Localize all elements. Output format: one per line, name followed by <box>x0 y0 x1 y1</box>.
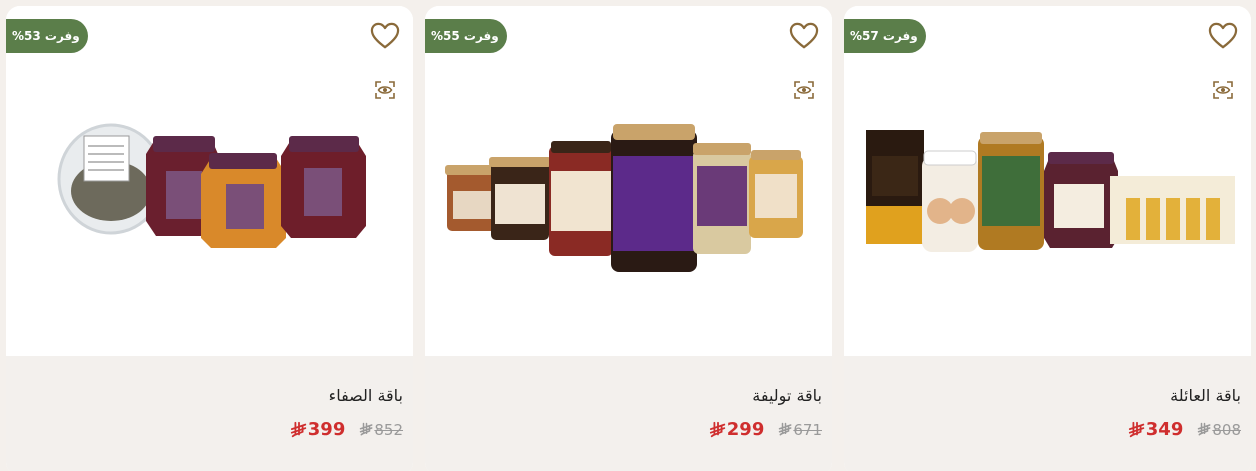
product-info: باقة توليفة 671 299 <box>425 356 832 471</box>
product-card[interactable]: وفرت 57% باقة العائلة 808 349 <box>844 6 1251 471</box>
riyal-icon <box>359 422 374 437</box>
riyal-icon <box>290 421 308 439</box>
product-info: باقة العائلة 808 349 <box>844 356 1251 471</box>
discount-badge: وفرت 57% <box>844 19 926 53</box>
eye-icon[interactable] <box>794 80 814 100</box>
original-price: 852 <box>355 421 403 439</box>
product-photo-tawleefa[interactable] <box>425 6 832 356</box>
discount-badge: وفرت 53% <box>6 19 88 53</box>
riyal-icon <box>1128 421 1146 439</box>
sale-price: 349 <box>1124 419 1183 440</box>
original-price: 808 <box>1193 421 1241 439</box>
heart-icon[interactable] <box>370 22 400 50</box>
product-image[interactable] <box>844 6 1251 356</box>
discount-badge: وفرت 55% <box>425 19 507 53</box>
product-card[interactable]: وفرت 53% باقة الصفاء 852 399 <box>6 6 413 471</box>
original-price: 671 <box>774 421 822 439</box>
product-title[interactable]: باقة توليفة <box>752 386 822 405</box>
riyal-icon <box>709 421 727 439</box>
product-card[interactable]: وفرت 55% باقة توليفة 671 299 <box>425 6 832 471</box>
product-photo-family[interactable] <box>844 6 1251 356</box>
sale-price: 399 <box>286 419 345 440</box>
riyal-icon <box>778 422 793 437</box>
heart-icon[interactable] <box>1208 22 1238 50</box>
product-image[interactable] <box>6 6 413 356</box>
sale-price: 299 <box>705 419 764 440</box>
product-info: باقة الصفاء 852 399 <box>6 356 413 471</box>
eye-icon[interactable] <box>1213 80 1233 100</box>
product-grid: وفرت 53% باقة الصفاء 852 399 وفرت 55% با… <box>0 0 1256 471</box>
price-row: 852 399 <box>286 419 403 440</box>
price-row: 671 299 <box>705 419 822 440</box>
product-title[interactable]: باقة العائلة <box>1170 386 1241 405</box>
product-title[interactable]: باقة الصفاء <box>329 386 403 405</box>
product-image[interactable] <box>425 6 832 356</box>
product-photo-safaa[interactable] <box>6 6 413 356</box>
price-row: 808 349 <box>1124 419 1241 440</box>
riyal-icon <box>1197 422 1212 437</box>
eye-icon[interactable] <box>375 80 395 100</box>
heart-icon[interactable] <box>789 22 819 50</box>
